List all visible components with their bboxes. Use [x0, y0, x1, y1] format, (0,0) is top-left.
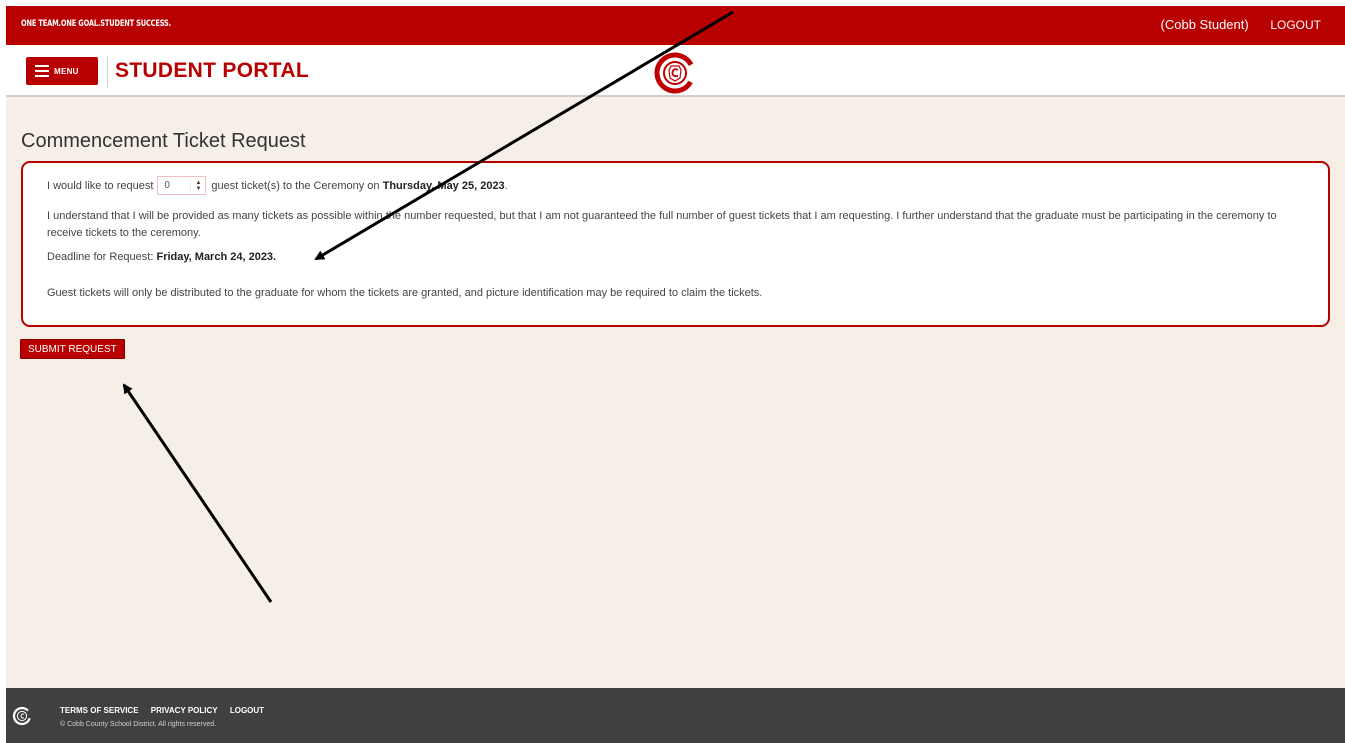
request-prefix: I would like to request [47, 179, 154, 192]
request-line: I would like to request 0 ▲ ▼ guest tick… [47, 176, 508, 195]
deadline-line: Deadline for Request: Friday, March 24, … [47, 251, 276, 263]
request-panel: I would like to request 0 ▲ ▼ guest tick… [21, 161, 1330, 327]
hamburger-icon [35, 62, 49, 80]
portal-title[interactable]: STUDENT PORTAL [115, 59, 309, 83]
request-suffix: . [504, 179, 508, 192]
cobb-c-footer-logo-icon [12, 706, 32, 726]
header: MENU STUDENT PORTAL [6, 45, 1345, 97]
menu-label: MENU [54, 66, 79, 76]
ceremony-date: Thursday, May 25, 2023 [382, 179, 505, 192]
terms-of-service-link[interactable]: TERMS OF SERVICE [60, 706, 139, 715]
request-middle: guest ticket(s) to the Ceremony on [211, 179, 380, 192]
logout-link[interactable]: LOGOUT [1270, 18, 1321, 32]
user-name: (Cobb Student) [1160, 17, 1249, 32]
deadline-label: Deadline for Request: [47, 251, 154, 263]
top-bar: ONE TEAM.ONE GOAL.STUDENT SUCCESS. (Cobb… [6, 6, 1345, 45]
quantity-stepper[interactable]: ▲ ▼ [190, 179, 201, 192]
footer-logout-link[interactable]: LOGOUT [230, 706, 264, 715]
ticket-quantity-value: 0 [164, 180, 170, 191]
privacy-policy-link[interactable]: PRIVACY POLICY [151, 706, 218, 715]
copyright-text: © Cobb County School District. All right… [60, 721, 217, 728]
understanding-text: I understand that I will be provided as … [47, 210, 1277, 239]
footer: TERMS OF SERVICE PRIVACY POLICY LOGOUT ©… [6, 688, 1345, 743]
deadline-date: Friday, March 24, 2023. [156, 251, 277, 263]
distribution-note: Guest tickets will only be distributed t… [47, 287, 763, 299]
submit-request-button[interactable]: SUBMIT REQUEST [20, 339, 125, 359]
menu-button[interactable]: MENU [26, 57, 98, 85]
cobb-c-logo-icon[interactable] [653, 52, 697, 94]
page-title: Commencement Ticket Request [21, 130, 306, 152]
page-frame: ONE TEAM.ONE GOAL.STUDENT SUCCESS. (Cobb… [6, 6, 1345, 743]
footer-links: TERMS OF SERVICE PRIVACY POLICY LOGOUT [60, 706, 274, 715]
header-divider [107, 56, 108, 88]
tagline: ONE TEAM.ONE GOAL.STUDENT SUCCESS. [21, 19, 171, 29]
ticket-quantity-input[interactable]: 0 ▲ ▼ [157, 176, 207, 195]
stepper-down-icon[interactable]: ▼ [195, 186, 201, 192]
user-info: (Cobb Student) LOGOUT [1161, 17, 1321, 32]
